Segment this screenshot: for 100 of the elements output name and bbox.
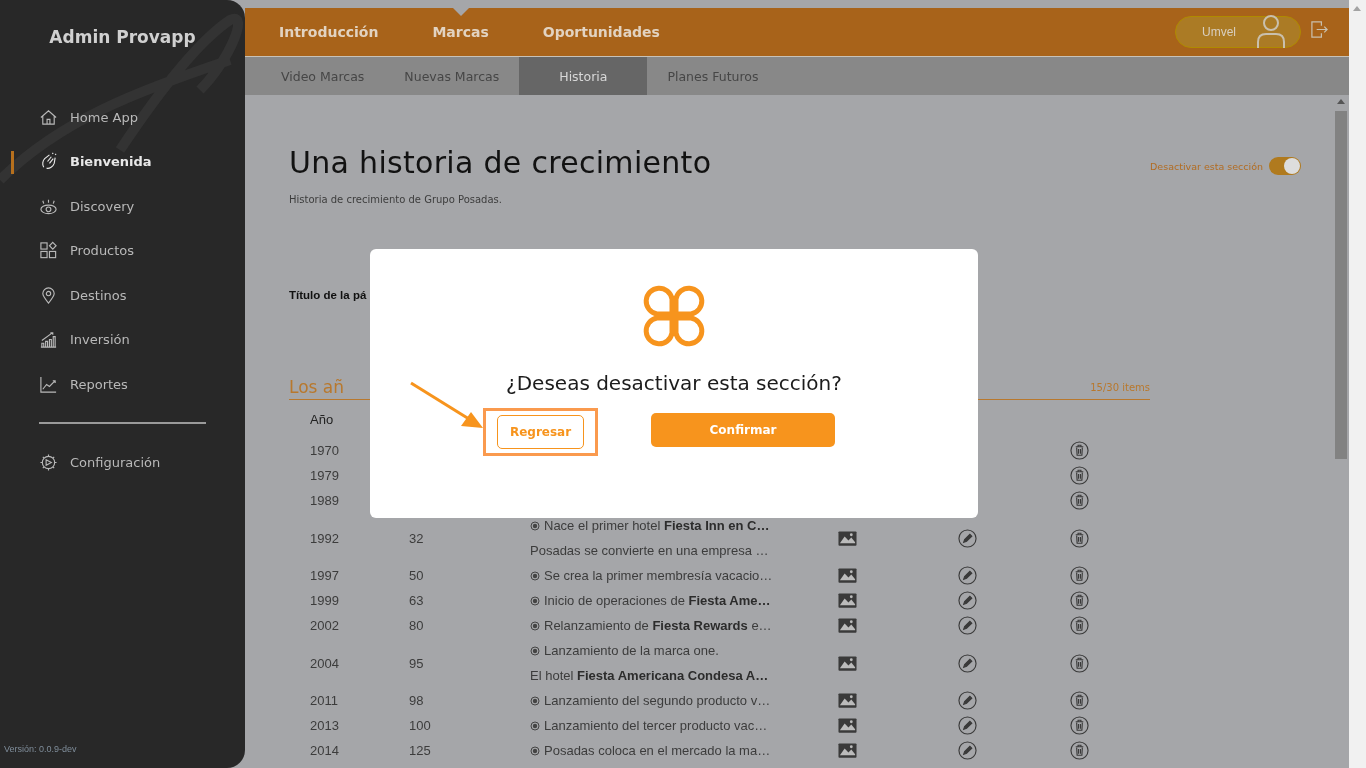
image-icon[interactable] — [838, 741, 857, 760]
table-cell-text: 2002 — [310, 617, 340, 635]
image-icon[interactable] — [838, 616, 857, 635]
table-cell-text: 2011 — [310, 692, 339, 710]
bullet-icon — [530, 520, 540, 531]
scrollbar[interactable] — [1349, 0, 1366, 768]
delete-icon[interactable] — [1070, 741, 1089, 760]
app-title: Admin Provapp — [49, 27, 196, 47]
delete-icon[interactable] — [1070, 691, 1089, 710]
edit-icon[interactable] — [958, 528, 977, 548]
bullet-icon — [530, 745, 540, 756]
item-count: 15/30 items — [1090, 382, 1150, 395]
sidebar-label: Configuración — [70, 455, 161, 471]
delete-icon[interactable] — [1070, 528, 1089, 548]
user-icon — [1254, 14, 1288, 48]
image-icon[interactable] — [838, 691, 857, 710]
description-text: El hotel Fiesta Americana Condesa A… — [530, 668, 769, 683]
image-icon[interactable] — [838, 653, 857, 673]
sidebar-label: Bienvenida — [70, 154, 152, 170]
nav-tab[interactable]: Oportunidades — [542, 8, 660, 56]
table-cell-text: 2013 — [310, 717, 340, 735]
delete-icon[interactable] — [1070, 716, 1089, 735]
edit-icon[interactable] — [958, 691, 977, 710]
edit-icon[interactable] — [958, 616, 977, 635]
sidebar-label: Reportes — [70, 376, 128, 392]
sidebar-label: Inversión — [70, 332, 130, 348]
description-text: Posadas se convierte en una empresa … — [530, 543, 769, 558]
description-text: Se crea la primer membresía vacacio… — [544, 568, 773, 583]
image-icon[interactable] — [838, 528, 857, 548]
confirm-button[interactable]: Confirmar — [651, 413, 835, 447]
bullet-icon — [530, 595, 540, 606]
sidebar-item[interactable]: Reportes — [0, 362, 245, 407]
description-text: Posadas coloca en el mercado la ma… — [544, 743, 771, 758]
table-cell: 63 — [409, 593, 424, 608]
sidebar-item[interactable]: Bienvenida — [0, 139, 245, 184]
edit-icon[interactable] — [958, 591, 977, 610]
page-subtitle: Historia de crecimiento de Grupo Posadas. — [289, 194, 503, 205]
logout-icon[interactable] — [1310, 19, 1329, 39]
sidebar-item[interactable]: Destinos — [0, 273, 245, 318]
sub-tab[interactable]: Historia — [519, 57, 648, 95]
sub-tab[interactable]: Nuevas Marcas — [384, 57, 520, 95]
sidebar-label: Productos — [70, 243, 135, 259]
shapes-icon — [39, 241, 58, 261]
line-chart-icon — [39, 374, 58, 394]
user-button[interactable]: Umvel — [1175, 16, 1301, 48]
description-text: Relanzamiento de Fiesta Rewards e… — [544, 618, 772, 633]
table-cell: 98 — [409, 693, 424, 708]
edit-icon[interactable] — [958, 653, 977, 673]
nav-tab[interactable]: Introducción — [279, 8, 379, 56]
toggle-switch[interactable] — [1269, 157, 1301, 175]
description-text: Lanzamiento de la marca one. — [544, 643, 719, 658]
delete-icon[interactable] — [1070, 653, 1089, 673]
delete-icon[interactable] — [1070, 566, 1089, 585]
edit-icon[interactable] — [958, 741, 977, 760]
house-icon — [39, 107, 58, 127]
delete-icon[interactable] — [1070, 491, 1089, 510]
dialog-question: ¿Deseas desactivar esta sección? — [506, 371, 842, 395]
delete-icon[interactable] — [1070, 441, 1089, 460]
page-title: Una historia de crecimiento — [289, 145, 712, 180]
sub-tab[interactable]: Video Marcas — [261, 57, 385, 95]
sidebar-item[interactable]: Home App — [0, 95, 245, 140]
hand-icon — [39, 152, 58, 172]
bullet-icon — [530, 645, 540, 656]
table-cell: 80 — [409, 618, 424, 633]
section-title: Los añ — [289, 377, 345, 397]
table-cell: 32 — [409, 530, 424, 546]
description-text: Nace el primer hotel Fiesta Inn en C… — [544, 518, 770, 533]
sidebar-label: Discovery — [70, 198, 135, 214]
bar-chart-icon — [39, 330, 58, 350]
image-icon[interactable] — [838, 566, 857, 585]
table-cell-text: 2014 — [310, 742, 340, 760]
sidebar-item[interactable]: Productos — [0, 228, 245, 273]
sub-tab[interactable]: Planes Futuros — [647, 57, 779, 95]
sidebar-item[interactable]: Inversión — [0, 317, 245, 362]
image-icon[interactable] — [838, 716, 857, 735]
delete-icon[interactable] — [1070, 466, 1089, 485]
bullet-icon — [530, 570, 540, 581]
delete-icon[interactable] — [1070, 616, 1089, 635]
table-cell-text: 1979 — [310, 467, 340, 485]
map-pin-icon — [39, 285, 58, 305]
bullet-icon — [530, 720, 540, 731]
table-cell: 95 — [409, 655, 424, 671]
table-cell: 50 — [409, 568, 424, 583]
table-cell: 100 — [409, 718, 431, 733]
back-button[interactable]: Regresar — [497, 415, 584, 449]
edit-icon[interactable] — [958, 716, 977, 735]
table-cell-text: 1999 — [310, 592, 340, 610]
gear-icon — [39, 453, 58, 473]
table-cell: 125 — [409, 743, 431, 758]
delete-icon[interactable] — [1070, 591, 1089, 610]
bullet-icon — [530, 620, 540, 631]
table-cell-text: 1970 — [310, 442, 340, 460]
sidebar-item[interactable]: Configuración — [0, 440, 245, 485]
field-label: Título de la pá — [289, 289, 368, 301]
table-cell-text: 1989 — [310, 492, 340, 510]
nav-tab[interactable]: Marcas — [432, 8, 489, 56]
edit-icon[interactable] — [958, 566, 977, 585]
image-icon[interactable] — [838, 591, 857, 610]
toggle-label: Desactivar esta sección — [1150, 160, 1263, 172]
sidebar-item[interactable]: Discovery — [0, 184, 245, 229]
